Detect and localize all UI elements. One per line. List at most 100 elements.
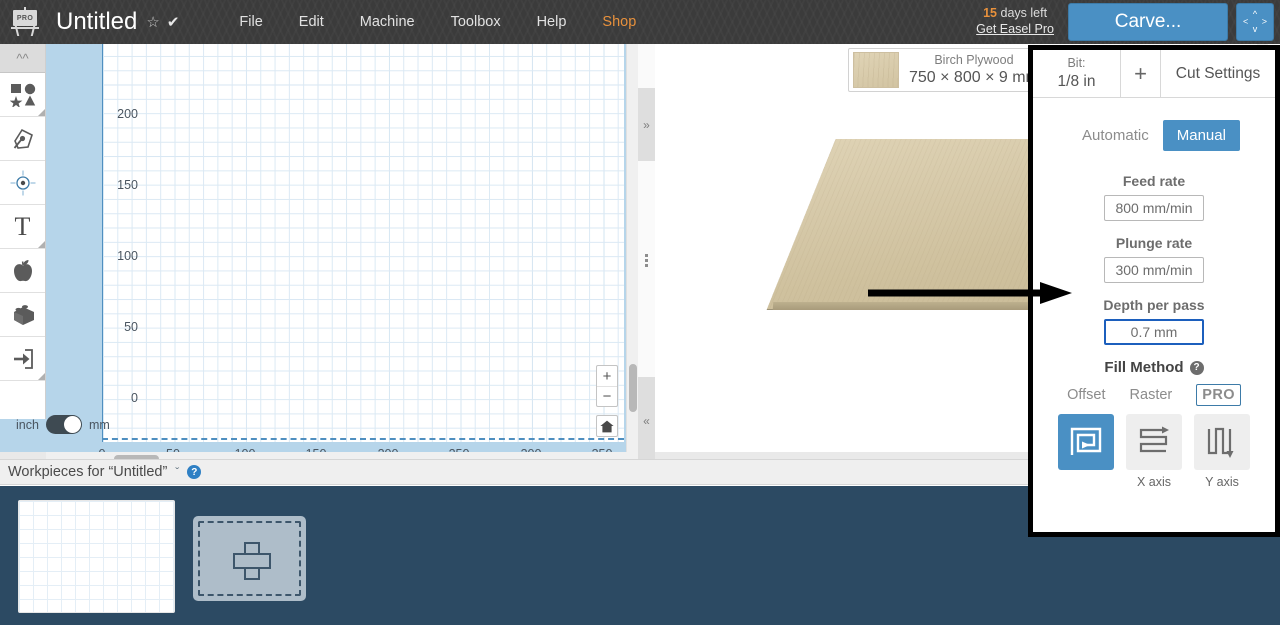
material-dimensions: 750 × 800 × 9 mm: [909, 68, 1039, 86]
tool-corner-marker: [38, 109, 45, 116]
material-swatch: [853, 52, 899, 88]
menu-shop[interactable]: Shop: [584, 8, 654, 36]
fill-offset-box[interactable]: [1058, 414, 1114, 470]
y-tick-150: 150: [117, 178, 138, 192]
easel-app-window: PRO Untitled ☆ ✔ File Edit Machine Toolb…: [0, 0, 1280, 625]
unit-toggle-group[interactable]: inch mm: [16, 415, 110, 434]
title-actions: ☆ ✔: [146, 15, 179, 30]
sidebar-item-apps[interactable]: [0, 249, 45, 293]
add-bit-button[interactable]: +: [1121, 50, 1161, 97]
fullscreen-expand-button[interactable]: ^ v < >: [1236, 3, 1274, 41]
menu-toolbox[interactable]: Toolbox: [433, 8, 519, 36]
canvas-vertical-scrollbar[interactable]: [626, 44, 638, 452]
chevron-double-right-icon: »: [643, 117, 650, 132]
tool-corner-marker: [38, 241, 45, 248]
menu-help[interactable]: Help: [519, 8, 585, 36]
fill-method-subheaders: Offset Raster PRO: [1033, 384, 1275, 406]
y-tick-50: 50: [124, 320, 138, 334]
material-info-chip[interactable]: Birch Plywood 750 × 800 × 9 mm: [848, 48, 1054, 92]
splitter-expand-right-button[interactable]: »: [638, 88, 655, 161]
fill-raster-x-box[interactable]: [1126, 414, 1182, 470]
center-target-icon: [10, 170, 35, 195]
zoom-in-button[interactable]: +: [597, 366, 617, 386]
annotation-arrow-to-depth-per-pass: [868, 282, 1074, 309]
sidebar-item-text-tool[interactable]: T: [0, 205, 45, 249]
workpieces-help-icon[interactable]: ?: [187, 465, 202, 479]
workpieces-chevron-down-icon[interactable]: ˇ: [175, 465, 179, 479]
carve-button[interactable]: Carve...: [1068, 3, 1228, 41]
text-tool-icon: T: [14, 211, 31, 241]
material-name: Birch Plywood: [934, 52, 1014, 67]
feed-rate-input[interactable]: 800 mm/min: [1104, 195, 1204, 221]
sidebar-item-center-target[interactable]: [0, 161, 45, 205]
zoom-controls: + −: [596, 365, 618, 407]
design-canvas[interactable]: 200 150 100 50 0 0 50 100 150 200 250 30…: [46, 44, 638, 452]
fill-raster-y-icon: [1207, 427, 1234, 458]
menu-edit[interactable]: Edit: [281, 8, 342, 36]
plus-icon: [232, 541, 271, 580]
plunge-rate-input[interactable]: 300 mm/min: [1104, 257, 1204, 283]
favorite-star-icon[interactable]: ☆: [146, 15, 159, 30]
cut-settings-tabbar: Bit: 1/8 in + Cut Settings: [1033, 50, 1275, 98]
sidebar-item-pen-tool[interactable]: [0, 117, 45, 161]
menu-machine[interactable]: Machine: [342, 8, 433, 36]
toggle-knob: [63, 416, 81, 433]
chevron-up-icon: ^: [1252, 9, 1258, 19]
get-easel-pro-link[interactable]: Get Easel Pro: [976, 22, 1054, 38]
toolbar-collapse-button[interactable]: ^^: [0, 44, 45, 73]
cut-mode-manual[interactable]: Manual: [1162, 120, 1240, 151]
tool-corner-marker: [38, 373, 45, 380]
trial-days-count: 15: [983, 6, 998, 21]
fill-method-help-icon[interactable]: ?: [1189, 360, 1204, 375]
chevron-left-icon: <: [1243, 16, 1249, 27]
scrollbar-thumb[interactable]: [629, 364, 637, 412]
canvas-baseline: [102, 438, 624, 440]
unit-label-mm: mm: [88, 417, 110, 432]
depth-per-pass-input[interactable]: 0.7 mm: [1104, 319, 1204, 345]
fill-raster-y-box[interactable]: [1194, 414, 1250, 470]
material-meta: Birch Plywood 750 × 800 × 9 mm: [909, 53, 1043, 87]
workpieces-header: Workpieces for “Untitled” ˇ ?: [0, 459, 1028, 485]
zoom-out-button[interactable]: −: [597, 386, 617, 406]
fill-method-label: Fill Method: [1104, 359, 1184, 376]
import-icon: [13, 348, 33, 369]
add-workpiece-button[interactable]: [193, 516, 306, 601]
app-header: PRO Untitled ☆ ✔ File Edit Machine Toolb…: [0, 0, 1280, 44]
fill-method-options: X axis Y axis: [1033, 414, 1275, 489]
fill-option-x-axis[interactable]: X axis: [1126, 414, 1182, 489]
panel-splitter[interactable]: » «: [638, 44, 655, 465]
y-tick-200: 200: [117, 107, 138, 121]
fill-raster-label: Raster: [1129, 387, 1173, 403]
pro-badge: PRO: [1196, 384, 1241, 406]
header-right-group: 15 days left Get Easel Pro Carve... ^ v …: [976, 0, 1280, 44]
sidebar-item-import[interactable]: [0, 337, 45, 381]
grip-dot: [645, 258, 648, 262]
bit-selector-tab[interactable]: Bit: 1/8 in: [1033, 50, 1121, 97]
splitter-expand-left-button[interactable]: «: [638, 377, 655, 465]
chevron-double-left-icon: «: [643, 414, 650, 428]
workpiece-thumbnail[interactable]: [18, 500, 175, 613]
easel-pro-logo[interactable]: PRO: [10, 7, 40, 37]
chevron-down-icon: v: [1252, 24, 1258, 34]
chevron-up-double-icon: ^^: [16, 50, 29, 66]
unit-label-inch: inch: [16, 417, 39, 432]
unit-toggle-switch[interactable]: [45, 415, 82, 434]
saved-check-icon: ✔: [166, 13, 180, 31]
main-menu: File Edit Machine Toolbox Help Shop: [221, 8, 654, 36]
cut-mode-automatic[interactable]: Automatic: [1068, 120, 1163, 151]
y-tick-100: 100: [117, 249, 138, 263]
fill-x-axis-caption: X axis: [1136, 475, 1172, 489]
logo-pro-text: PRO: [13, 10, 37, 26]
fill-option-y-axis[interactable]: Y axis: [1194, 414, 1250, 489]
sidebar-item-lego-brick[interactable]: [0, 293, 45, 337]
menu-file[interactable]: File: [221, 8, 280, 36]
y-tick-0: 0: [131, 391, 138, 405]
bit-value: 1/8 in: [1057, 72, 1096, 90]
tab-cut-settings[interactable]: Cut Settings: [1161, 50, 1275, 97]
x-axis: 0 50 100 150 200 250 300 350: [46, 442, 638, 452]
sidebar-item-shapes[interactable]: [0, 73, 45, 117]
splitter-drag-handle[interactable]: [638, 249, 655, 271]
fill-option-offset[interactable]: [1058, 414, 1114, 489]
zoom-home-button[interactable]: [596, 415, 618, 437]
canvas-grid[interactable]: [102, 44, 624, 442]
